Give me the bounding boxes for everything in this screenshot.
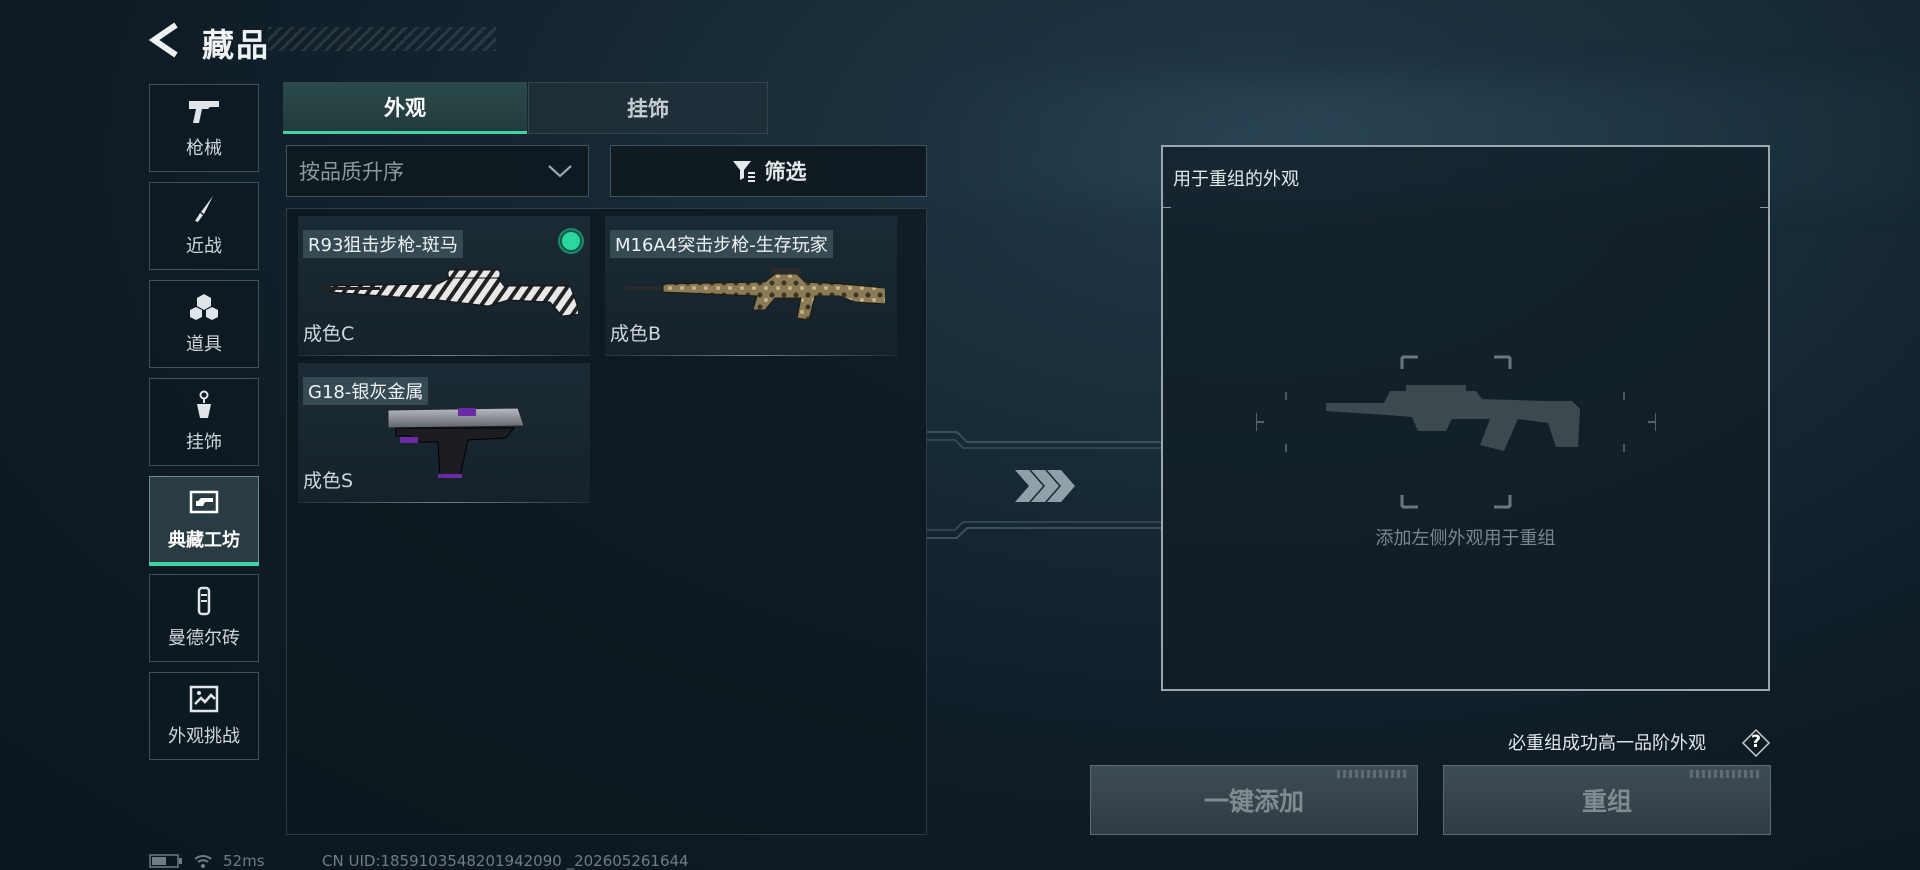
- sort-dropdown-label: 按品质升序: [299, 160, 404, 184]
- item-card[interactable]: G18-银灰金属 成色S: [298, 363, 590, 503]
- uid-text: CN UID:1859103548201942090 _202605261644: [322, 852, 689, 870]
- sidebar-item-label: 典藏工坊: [168, 530, 240, 551]
- sidebar-item-gear[interactable]: 道具: [149, 280, 259, 368]
- sidebar-item-label: 曼德尔砖: [168, 628, 240, 649]
- item-quality: 成色S: [303, 470, 354, 492]
- tab-label: 挂饰: [627, 97, 669, 121]
- filter-button-label: 筛选: [764, 160, 807, 184]
- recombine-button-label: 重组: [1581, 787, 1632, 816]
- sidebar-item-label: 道具: [186, 334, 222, 355]
- recombine-note: 必重组成功高一品阶外观: [1508, 733, 1706, 754]
- status-bar: 52ms: [149, 852, 265, 870]
- tab-charms[interactable]: 挂饰: [528, 82, 768, 134]
- filter-icon: [732, 161, 755, 182]
- title-hatch-decoration: [268, 27, 496, 51]
- mandel-brick-icon: [187, 586, 221, 616]
- recombine-panel[interactable]: 用于重组的外观 添加左侧外观用于重组: [1161, 145, 1770, 691]
- item-name: G18-银灰金属: [303, 377, 429, 405]
- triple-chevron-right-icon: [1015, 470, 1075, 502]
- tab-skins[interactable]: 外观: [283, 82, 527, 134]
- help-symbol: ?: [1751, 732, 1761, 752]
- sniper-rifle-zebra-image: [320, 269, 578, 317]
- battery-icon: [149, 854, 182, 868]
- sort-dropdown[interactable]: 按品质升序: [286, 145, 589, 197]
- rifle-placeholder-icon: [1256, 355, 1656, 509]
- sidebar-item-guns[interactable]: 枪械: [149, 84, 259, 172]
- page-title: 藏品: [202, 26, 271, 64]
- quick-add-button-label: 一键添加: [1203, 787, 1304, 816]
- button-decoration: [1690, 770, 1760, 778]
- recombine-panel-title: 用于重组的外观: [1173, 169, 1299, 190]
- workshop-icon: [187, 488, 221, 518]
- sidebar-item-charms[interactable]: 挂饰: [149, 378, 259, 466]
- item-quality: 成色B: [610, 323, 662, 345]
- grenade-cluster-icon: [187, 292, 221, 322]
- quick-add-button[interactable]: 一键添加: [1090, 765, 1418, 835]
- help-button[interactable]: ?: [1741, 728, 1771, 758]
- sidebar-item-mandel-brick[interactable]: 曼德尔砖: [149, 574, 259, 662]
- item-card[interactable]: M16A4突击步枪-生存玩家 成色B: [605, 216, 897, 356]
- recombine-button[interactable]: 重组: [1443, 765, 1771, 835]
- sidebar-item-label: 外观挑战: [168, 726, 240, 747]
- sidebar-item-challenges[interactable]: 外观挑战: [149, 672, 259, 760]
- item-quality: 成色C: [303, 323, 355, 345]
- ping-value: 52ms: [223, 852, 265, 870]
- back-arrow-icon[interactable]: [148, 22, 180, 58]
- button-decoration: [1337, 770, 1407, 778]
- sidebar-item-label: 近战: [186, 236, 222, 257]
- wifi-icon: [194, 855, 212, 868]
- sidebar-item-workshop[interactable]: 典藏工坊: [149, 476, 259, 566]
- item-card[interactable]: R93狙击步枪-斑马 成色C: [298, 216, 590, 356]
- selected-indicator-icon: [560, 230, 582, 252]
- knife-icon: [187, 194, 221, 224]
- tab-label: 外观: [384, 95, 426, 120]
- item-name: M16A4突击步枪-生存玩家: [610, 230, 833, 258]
- assault-rifle-survivor-image: [625, 268, 885, 321]
- sidebar-item-melee[interactable]: 近战: [149, 182, 259, 270]
- sidebar-item-label: 枪械: [186, 138, 222, 159]
- recombine-empty-hint: 添加左侧外观用于重组: [1375, 528, 1556, 549]
- challenge-map-icon: [187, 684, 221, 714]
- gun-icon: [187, 96, 221, 126]
- charm-icon: [187, 390, 221, 420]
- chevron-down-icon: [548, 165, 572, 178]
- sidebar-item-label: 挂饰: [186, 432, 222, 453]
- filter-button[interactable]: 筛选: [610, 145, 927, 197]
- item-name: R93狙击步枪-斑马: [303, 230, 463, 258]
- connector-decoration: [927, 431, 1162, 539]
